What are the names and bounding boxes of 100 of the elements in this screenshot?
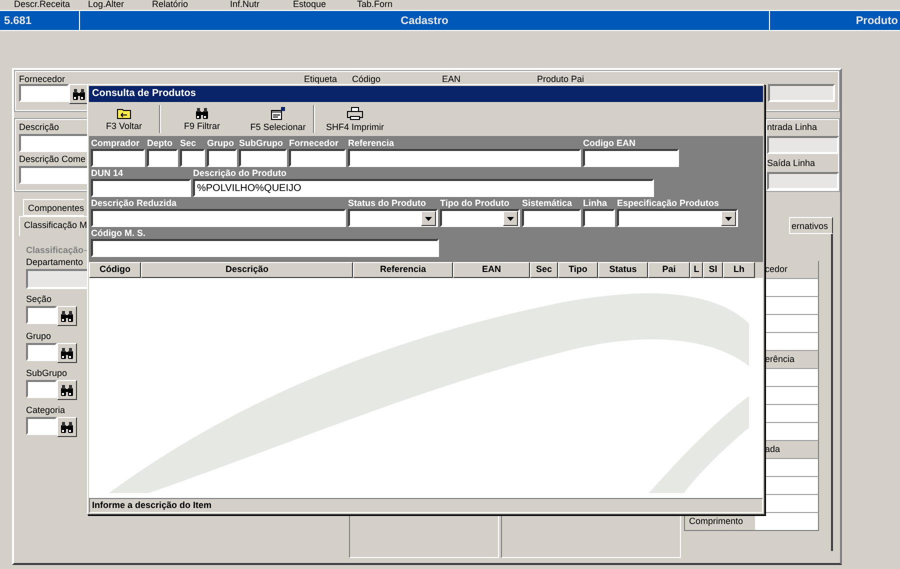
form-window-icon	[271, 106, 285, 120]
column-header[interactable]: Status	[598, 262, 648, 278]
menu-item[interactable]: Descr.Receita	[14, 0, 88, 10]
column-header[interactable]: Sec	[530, 262, 558, 278]
filter-label: Sistemática	[522, 198, 572, 209]
table-cell[interactable]	[764, 405, 819, 423]
dropdown-button[interactable]	[721, 211, 736, 226]
field-label: Código	[352, 74, 382, 84]
filter-label: Fornecedor	[289, 138, 339, 149]
column-header[interactable]: Tipo	[558, 262, 598, 278]
status-bar: Informe a descrição do Item	[89, 498, 763, 513]
column-header[interactable]: Pai	[648, 262, 690, 278]
dropdown[interactable]	[348, 209, 438, 227]
filter-field[interactable]	[207, 149, 237, 167]
table-cell[interactable]	[764, 423, 819, 441]
code-field[interactable]	[26, 417, 57, 435]
filter-field[interactable]	[348, 149, 581, 167]
table-cell[interactable]	[764, 477, 819, 495]
filter-label: Sec	[180, 138, 196, 149]
column-header[interactable]: EAN	[453, 262, 530, 278]
caret-icon	[425, 216, 432, 220]
filter-field[interactable]	[180, 149, 205, 167]
parent-product-field[interactable]	[768, 84, 835, 102]
filter-label: Linha	[583, 198, 607, 209]
table-cell[interactable]	[764, 495, 819, 513]
table-cell[interactable]	[764, 459, 819, 477]
field-label: SubGrupo	[26, 368, 68, 378]
search-button[interactable]	[57, 306, 77, 326]
table-cell[interactable]	[764, 387, 819, 405]
binoculars-icon	[60, 384, 74, 396]
filter-field[interactable]	[583, 149, 679, 167]
column-header[interactable]: Lh	[723, 262, 755, 278]
column-header[interactable]: Descrição	[141, 262, 353, 278]
filter-label: Comprador	[91, 138, 140, 149]
table-header: erência	[764, 351, 819, 369]
field-label: Produto Pai	[537, 74, 586, 84]
field-label: ntrada Linha	[767, 121, 818, 134]
record-code: 5.681	[0, 11, 80, 30]
filter-field[interactable]	[147, 149, 178, 167]
filter-field[interactable]	[289, 149, 346, 167]
table-cell[interactable]	[764, 279, 819, 297]
filter-field[interactable]	[583, 209, 615, 227]
menu-item[interactable]: Relatório	[152, 0, 230, 10]
dropdown-button[interactable]	[421, 211, 436, 226]
menu-item[interactable]: Inf.Nutr	[230, 0, 293, 10]
code-field[interactable]	[26, 380, 57, 398]
code-field[interactable]	[26, 343, 57, 361]
table-cell[interactable]	[764, 333, 819, 351]
line-exit-field[interactable]	[767, 172, 839, 190]
column-header[interactable]: Sl	[703, 262, 723, 278]
dialog-title: Consulta de Produtos	[89, 86, 763, 102]
filter-field[interactable]	[522, 209, 581, 227]
filter-label: SubGrupo	[239, 138, 283, 149]
filter-label: Descrição Reduzida	[91, 198, 177, 209]
filter-label: Grupo	[207, 138, 234, 149]
tab[interactable]: ernativos	[789, 217, 833, 234]
dropdown[interactable]	[440, 209, 520, 227]
binoculars-icon	[60, 348, 74, 358]
line-entry-field[interactable]	[767, 136, 839, 154]
field-label: Fornecedor	[19, 74, 66, 84]
field-label: Etiqueta	[304, 74, 338, 84]
field-label: Descrição Come	[19, 154, 86, 164]
filter-field[interactable]	[239, 149, 287, 167]
dropdown-button[interactable]	[503, 211, 518, 226]
table-cell[interactable]	[764, 369, 819, 387]
filter-field[interactable]: %POLVILHO%QUEIJO	[193, 179, 654, 197]
field-label: Saída Linha	[767, 157, 816, 170]
filter-label: DUN 14	[91, 168, 124, 179]
search-button[interactable]	[57, 343, 77, 363]
menu-item[interactable]: Log.Alter	[88, 0, 152, 10]
menu-item[interactable]: Tab.Forn	[357, 0, 417, 10]
binoculars-icon	[72, 88, 86, 100]
field-label: Categoria	[26, 405, 66, 415]
search-button[interactable]	[57, 417, 77, 437]
binoculars-icon	[60, 310, 74, 322]
column-header[interactable]: Código	[89, 262, 141, 278]
search-button[interactable]	[69, 84, 89, 104]
filter-label: Tipo do Produto	[440, 198, 510, 209]
group-label: Classificação	[26, 245, 84, 255]
field-label: Departamento	[26, 257, 84, 267]
binoculars-icon	[195, 108, 209, 118]
filter-field[interactable]	[91, 209, 346, 227]
tab[interactable]: Classificação M	[19, 216, 88, 236]
filter-label: Codigo EAN	[583, 138, 636, 149]
code-field[interactable]	[26, 306, 57, 324]
column-header[interactable]: Referencia	[353, 262, 453, 278]
column-header[interactable]: L	[690, 262, 703, 278]
table-cell[interactable]	[764, 297, 819, 315]
menu-item[interactable]: Estoque	[293, 0, 357, 10]
tab[interactable]: Componentes	[23, 199, 84, 216]
header-title: Cadastro	[80, 11, 770, 30]
search-button[interactable]	[57, 380, 77, 400]
folder-arrow-icon	[117, 107, 131, 119]
filter-field[interactable]	[91, 239, 439, 257]
filter-label: Depto	[147, 138, 172, 149]
table-cell[interactable]	[764, 315, 819, 333]
filter-field[interactable]	[91, 149, 145, 167]
filter-field[interactable]	[91, 179, 191, 197]
supplier-field[interactable]	[19, 84, 69, 102]
dropdown[interactable]	[617, 209, 738, 227]
